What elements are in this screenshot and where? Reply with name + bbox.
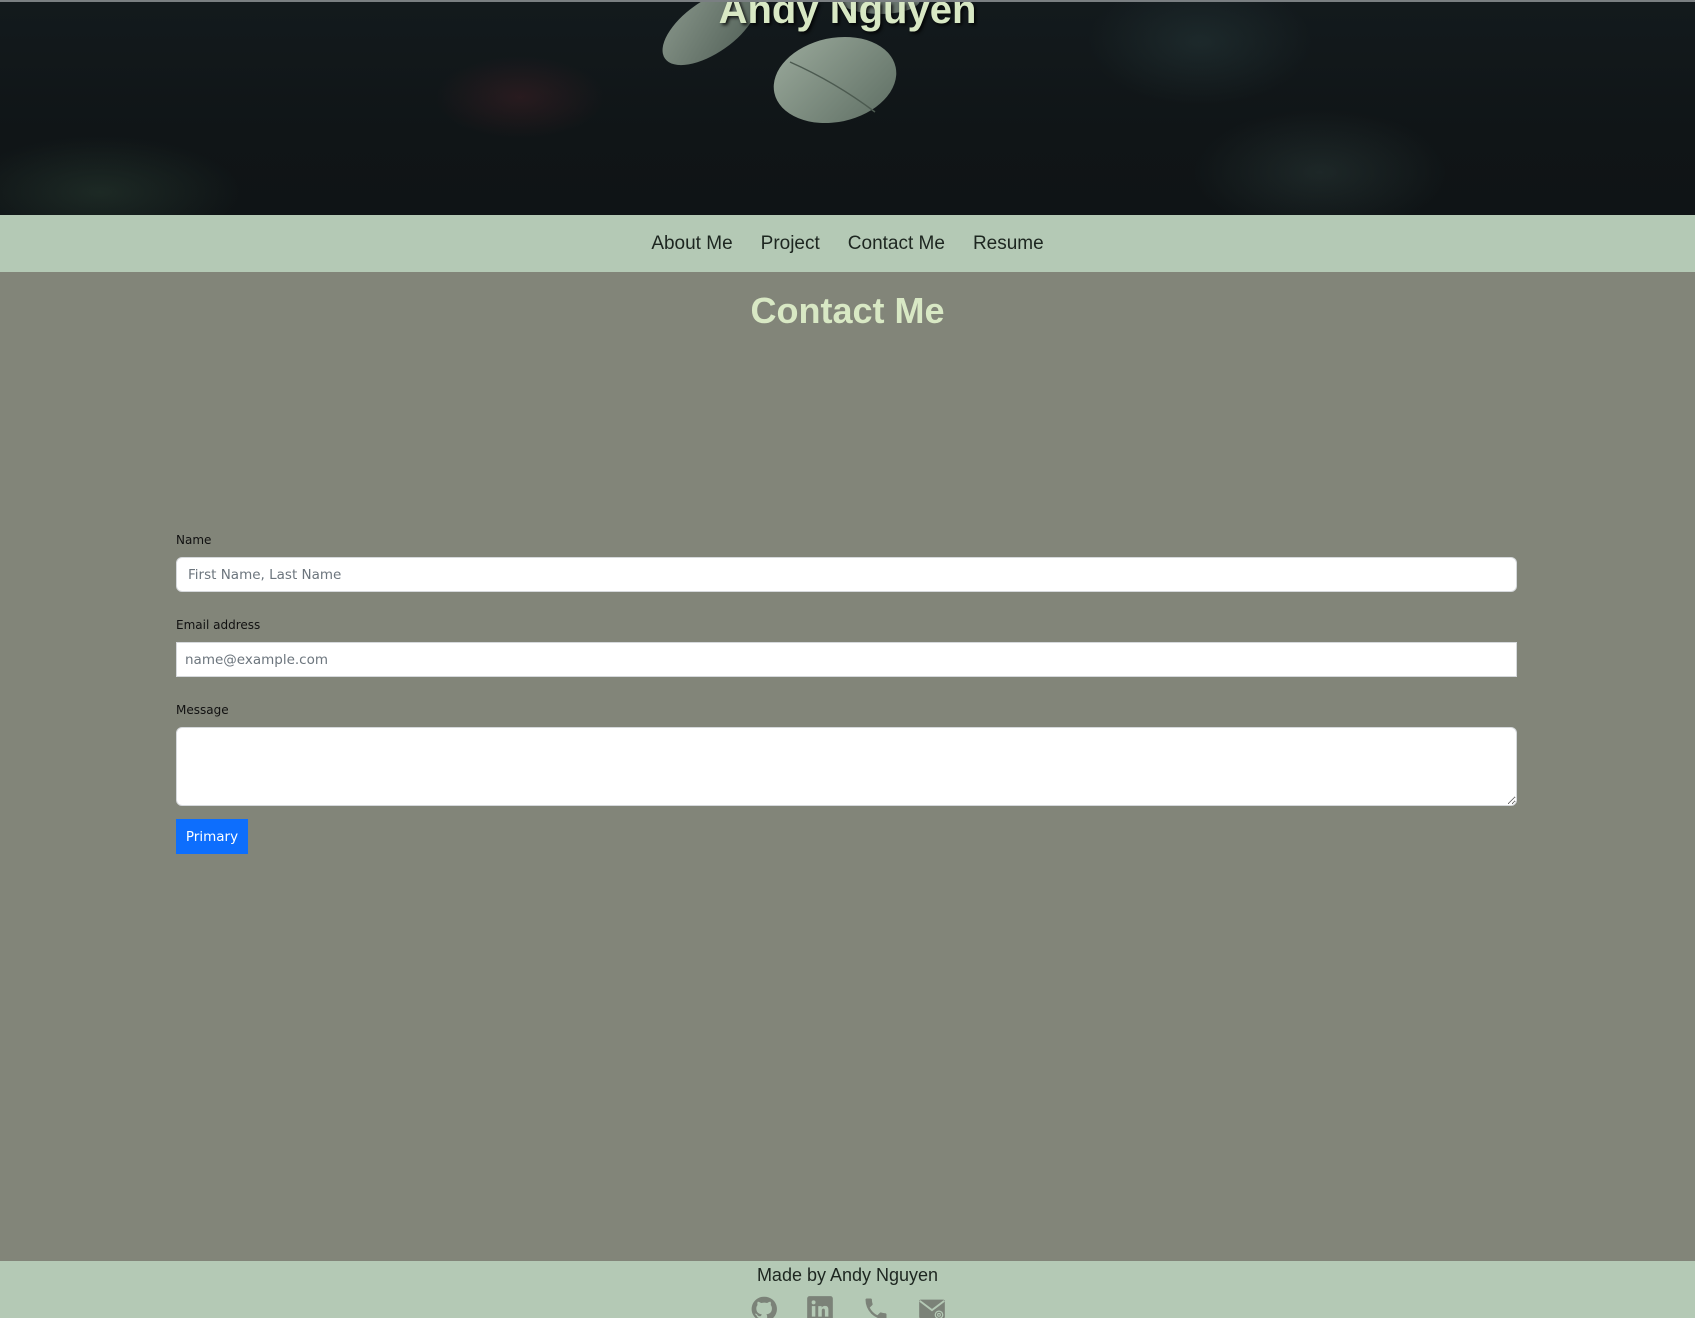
nav-link-project[interactable]: Project [761, 233, 820, 255]
footer-credit: Made by Andy Nguyen [756, 1265, 939, 1285]
footer: Made by Andy Nguyen [0, 1261, 1695, 1318]
name-field-group: Name [176, 533, 1517, 592]
message-textarea[interactable] [176, 727, 1517, 806]
email-input[interactable] [176, 642, 1517, 677]
name-input[interactable] [176, 557, 1517, 592]
footer-social-icons [0, 1295, 1695, 1318]
phone-icon[interactable] [862, 1295, 890, 1318]
name-label: Name [176, 533, 212, 547]
email-field-group: Email address [176, 618, 1517, 677]
message-field-group: Message [176, 703, 1517, 806]
submit-button[interactable]: Primary [176, 819, 248, 854]
linkedin-icon[interactable] [806, 1295, 834, 1318]
github-icon[interactable] [750, 1295, 778, 1318]
email-icon[interactable] [918, 1295, 946, 1318]
nav-link-about-me[interactable]: About Me [651, 233, 732, 255]
contact-form: Name Email address Message Primary [176, 533, 1517, 854]
email-label: Email address [176, 618, 261, 632]
main-nav: About Me Project Contact Me Resume [0, 215, 1695, 272]
message-label: Message [176, 703, 229, 717]
site-title: Andy Nguyen [718, 0, 977, 32]
contact-title: Contact Me [750, 290, 945, 331]
nav-link-resume[interactable]: Resume [973, 233, 1044, 255]
nav-link-contact-me[interactable]: Contact Me [848, 233, 945, 255]
hero-banner: Andy Nguyen [0, 0, 1695, 215]
